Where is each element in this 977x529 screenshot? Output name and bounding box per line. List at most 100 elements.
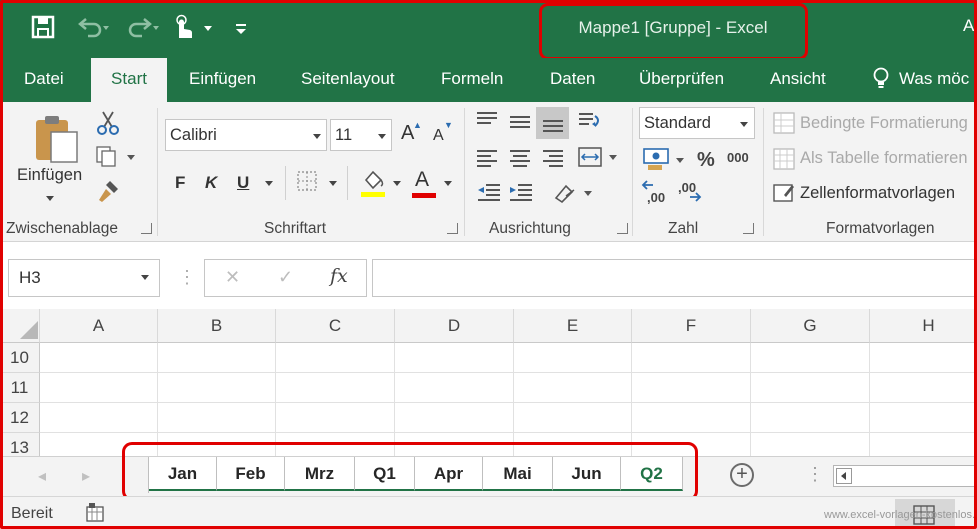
row-header-13[interactable]: 13 — [0, 433, 40, 456]
row-header-11[interactable]: 11 — [0, 373, 40, 403]
clipboard-launcher-icon[interactable] — [141, 223, 152, 234]
format-as-table-button[interactable]: Als Tabelle formatieren — [800, 149, 968, 168]
tab-seitenlayout[interactable]: Seitenlayout — [301, 58, 395, 102]
undo-icon[interactable] — [76, 14, 110, 48]
align-top-icon[interactable] — [477, 112, 497, 127]
group-separator — [632, 108, 633, 236]
format-painter-icon[interactable] — [96, 178, 122, 209]
tab-start[interactable]: Start — [91, 58, 167, 102]
grid-row[interactable] — [40, 373, 977, 403]
font-launcher-icon[interactable] — [447, 223, 458, 234]
number-launcher-icon[interactable] — [743, 223, 754, 234]
name-box[interactable]: H3 — [8, 259, 160, 297]
shrink-arrow-icon: ▼ — [444, 120, 453, 130]
decrease-indent-icon[interactable] — [476, 182, 502, 209]
font-color-icon[interactable]: A — [415, 168, 429, 192]
save-icon[interactable] — [30, 14, 56, 48]
scroll-tabs-left-icon[interactable]: ◂ — [38, 466, 46, 486]
thousands-separator-button[interactable]: 000 — [727, 150, 749, 165]
enter-icon[interactable]: ✓ — [278, 267, 293, 288]
fill-color-dropdown-icon[interactable] — [393, 181, 401, 186]
account-initial[interactable]: A — [963, 16, 974, 36]
macro-recording-icon[interactable] — [86, 503, 106, 528]
paste-icon[interactable] — [33, 114, 81, 169]
align-center-icon[interactable] — [510, 150, 530, 170]
tab-ansicht[interactable]: Ansicht — [770, 58, 826, 102]
italic-button[interactable]: K — [205, 173, 217, 193]
borders-dropdown-icon[interactable] — [329, 181, 337, 186]
column-header-f[interactable]: F — [632, 309, 751, 343]
redo-icon[interactable] — [126, 14, 160, 48]
drag-handle-icon[interactable]: ⋮ — [178, 266, 196, 288]
shrink-font-icon[interactable]: A — [433, 127, 444, 145]
merge-center-icon[interactable] — [577, 146, 623, 175]
row-header-10[interactable]: 10 — [0, 343, 40, 373]
cell-styles-button[interactable]: Zellenformatvorlagen — [800, 184, 955, 203]
borders-icon[interactable] — [297, 171, 317, 196]
number-format-select[interactable]: Standard — [639, 107, 755, 139]
formula-input[interactable] — [372, 259, 977, 297]
orientation-icon[interactable] — [577, 110, 603, 139]
tab-formeln[interactable]: Formeln — [441, 58, 503, 102]
column-header-h[interactable]: H — [870, 309, 977, 343]
cancel-icon[interactable]: ✕ — [225, 267, 240, 288]
new-sheet-button[interactable]: + — [730, 463, 754, 487]
customize-icon[interactable] — [234, 14, 248, 48]
title-bar: Mappe1 [Gruppe] - Excel A — [0, 0, 977, 60]
conditional-formatting-button[interactable]: Bedingte Formatierung — [800, 114, 968, 133]
font-color-dropdown-icon[interactable] — [444, 181, 452, 186]
cell-styles-icon[interactable] — [772, 181, 796, 210]
touch-mode-icon[interactable] — [172, 14, 216, 50]
alignment-launcher-icon[interactable] — [617, 223, 628, 234]
text-direction-icon[interactable] — [552, 180, 596, 211]
group-separator — [763, 108, 764, 236]
tab-einfuegen[interactable]: Einfügen — [189, 58, 256, 102]
copy-icon[interactable] — [95, 145, 135, 174]
underline-button[interactable]: U — [237, 173, 249, 193]
insert-function-icon[interactable]: fx — [330, 265, 348, 287]
grid-row[interactable] — [40, 343, 977, 373]
paste-label[interactable]: Einfügen — [17, 166, 82, 185]
select-all-corner[interactable] — [0, 309, 40, 343]
align-left-icon[interactable] — [477, 150, 497, 170]
underline-dropdown-icon[interactable] — [265, 181, 273, 186]
column-header-g[interactable]: G — [751, 309, 870, 343]
column-header-c[interactable]: C — [276, 309, 395, 343]
tab-daten[interactable]: Daten — [550, 58, 595, 102]
lightbulb-icon — [872, 58, 892, 102]
increase-indent-icon[interactable] — [508, 182, 534, 209]
column-header-a[interactable]: A — [40, 309, 158, 343]
cut-icon[interactable] — [96, 110, 120, 141]
tab-datei[interactable]: Datei — [24, 58, 64, 102]
title-highlight-frame — [539, 3, 808, 60]
grid-row[interactable] — [40, 403, 977, 433]
horizontal-scrollbar[interactable] — [833, 465, 977, 487]
align-right-icon[interactable] — [543, 150, 563, 170]
group-separator — [157, 108, 158, 236]
format-as-table-icon[interactable] — [772, 147, 796, 176]
align-bottom-icon — [543, 120, 563, 135]
group-label-alignment: Ausrichtung — [489, 220, 571, 237]
column-header-b[interactable]: B — [158, 309, 276, 343]
percent-style-button[interactable]: % — [697, 149, 715, 172]
scroll-left-button[interactable] — [836, 468, 852, 484]
align-middle-icon[interactable] — [510, 116, 530, 131]
conditional-formatting-icon[interactable] — [772, 111, 796, 140]
fill-color-icon[interactable] — [360, 168, 388, 203]
column-header-d[interactable]: D — [395, 309, 514, 343]
bold-button[interactable]: F — [175, 173, 185, 193]
accounting-format-icon[interactable] — [642, 146, 688, 177]
worksheet-grid: A B C D E F G H 10 11 12 13 — [0, 309, 977, 456]
font-family-select[interactable]: Calibri — [165, 119, 327, 151]
column-header-e[interactable]: E — [514, 309, 632, 343]
watermark: www.excel-vorlagen-kostenlos.de — [824, 509, 977, 521]
row-header-12[interactable]: 12 — [0, 403, 40, 433]
tab-splitter-icon[interactable]: ⋮ — [806, 464, 824, 485]
paste-dropdown-icon[interactable] — [46, 196, 54, 201]
tell-me-search[interactable]: Was möc — [899, 58, 969, 102]
divider — [285, 166, 286, 200]
tab-ueberpruefen[interactable]: Überprüfen — [639, 58, 724, 102]
scroll-tabs-right-icon[interactable]: ▸ — [82, 466, 90, 486]
font-size-select[interactable]: 11 — [330, 119, 392, 151]
formula-bar: H3 ⋮ ✕ ✓ fx — [0, 242, 977, 309]
